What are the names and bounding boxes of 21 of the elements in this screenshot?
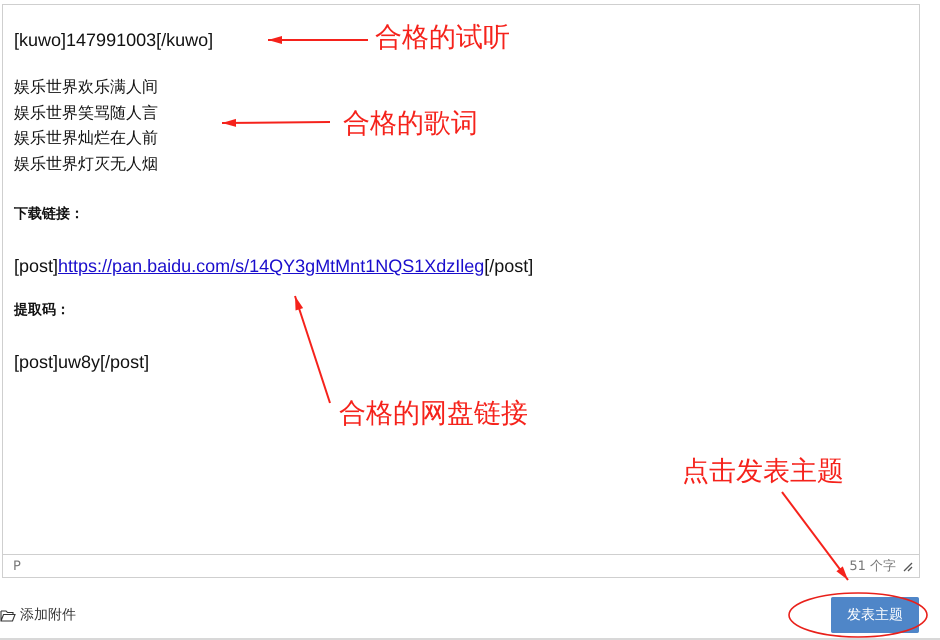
- word-count: 51 个字: [849, 558, 896, 575]
- lyric-line: 娱乐世界笑骂随人言: [14, 102, 158, 124]
- annotation-label: 合格的网盘链接: [339, 398, 528, 430]
- folder-icon: [0, 608, 16, 622]
- tag-text: [/post]: [484, 256, 534, 276]
- lyric-line: 娱乐世界欢乐满人间: [14, 76, 158, 98]
- element-path: P: [13, 558, 21, 574]
- text-line: [post]uw8y[/post]: [14, 351, 150, 374]
- lyric-line: 娱乐世界灿烂在人前: [14, 127, 158, 149]
- resize-handle-icon[interactable]: [902, 560, 913, 572]
- annotation-label: 点击发表主题: [682, 456, 844, 488]
- tag-text: [post]: [14, 256, 58, 276]
- field-label: 提取码：: [14, 301, 70, 320]
- add-attachment-link[interactable]: 添加附件: [0, 606, 76, 624]
- text-line: [kuwo]147991003[/kuwo]: [14, 29, 214, 52]
- submit-button[interactable]: 发表主题: [831, 597, 919, 633]
- annotation-label: 合格的歌词: [343, 108, 478, 140]
- field-label: 下载链接：: [14, 205, 84, 224]
- annotation-label: 合格的试听: [375, 22, 510, 54]
- lyric-line: 娱乐世界灯灭无人烟: [14, 152, 158, 174]
- download-link[interactable]: https://pan.baidu.com/s/14QY3gMtMnt1NQS1XdzIleg: [58, 256, 484, 276]
